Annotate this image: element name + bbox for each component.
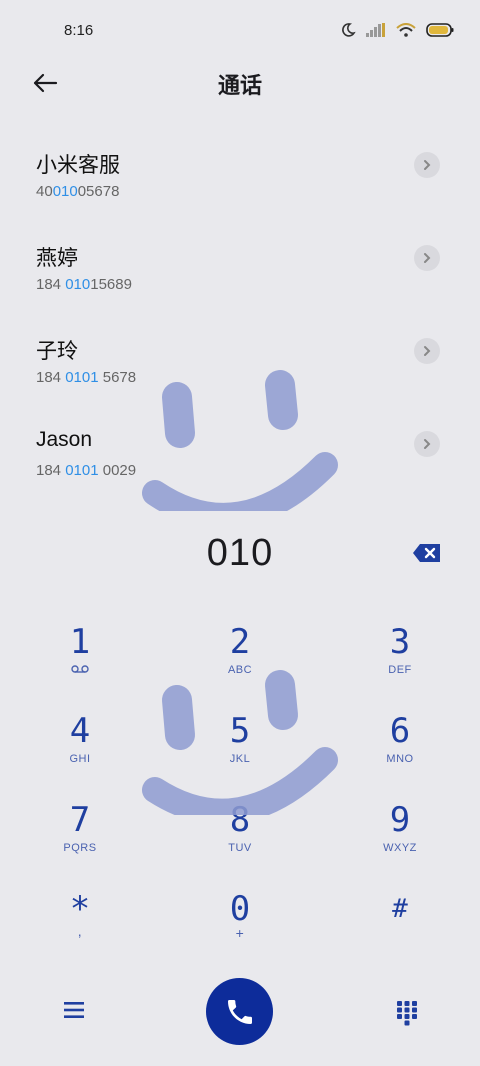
key-7[interactable]: 7 PQRS — [20, 800, 140, 880]
key-digit: 6 — [389, 711, 411, 751]
key-letters: WXYZ — [383, 842, 417, 854]
key-digit: 2 — [229, 622, 251, 662]
wifi-icon — [396, 23, 416, 37]
key-2[interactable]: 2 ABC — [180, 622, 300, 702]
key-letters: DEF — [388, 664, 412, 676]
contact-number: 184 0101 0029 — [36, 462, 136, 479]
contact-detail-button[interactable] — [414, 431, 440, 457]
number-prefix: 184 — [36, 276, 66, 293]
contact-row[interactable]: 小米客服 4001005678 — [0, 139, 480, 232]
menu-button[interactable] — [62, 998, 86, 1022]
contact-name: 小米客服 — [36, 154, 120, 177]
backspace-icon — [413, 544, 440, 562]
signal-icon — [366, 23, 385, 37]
number-prefix: 40 — [36, 183, 53, 200]
phone-icon — [227, 999, 252, 1024]
number-suffix: 0029 — [98, 462, 137, 479]
number-match: 0101 — [65, 462, 99, 479]
dialpad-icon — [397, 1001, 417, 1026]
key-digit: 4 — [69, 711, 91, 751]
key-8[interactable]: 8 TUV — [180, 800, 300, 880]
key-6[interactable]: 6 MNO — [340, 711, 460, 791]
number-match: 0101 — [65, 369, 99, 386]
backspace-button[interactable] — [412, 543, 442, 563]
voicemail-icon — [71, 665, 89, 673]
chevron-right-icon — [424, 346, 431, 356]
contact-number: 4001005678 — [36, 183, 119, 200]
key-letters: GHI — [69, 753, 91, 765]
key-digit: 1 — [69, 622, 91, 662]
key-digit: 5 — [229, 711, 251, 751]
key-hash[interactable]: # — [340, 889, 460, 969]
battery-icon — [426, 23, 454, 37]
contact-detail-button[interactable] — [414, 152, 440, 178]
contact-name: 燕婷 — [36, 247, 78, 270]
chevron-right-icon — [424, 160, 431, 170]
chevron-right-icon — [424, 253, 431, 263]
key-1[interactable]: 1 — [20, 622, 140, 702]
key-digit: # — [392, 894, 408, 924]
key-3[interactable]: 3 DEF — [340, 622, 460, 702]
dialpad-button[interactable] — [396, 1000, 418, 1026]
key-letters: MNO — [386, 753, 414, 765]
status-icons — [340, 22, 454, 38]
dial-number: 010 — [206, 532, 274, 574]
key-letters: ABC — [227, 664, 253, 676]
key-digit: 3 — [389, 622, 411, 662]
key-4[interactable]: 4 GHI — [20, 711, 140, 791]
contact-number: 184 01015689 — [36, 276, 132, 293]
contact-row[interactable]: 子玲 184 0101 5678 — [0, 325, 480, 418]
contact-name: 子玲 — [36, 340, 78, 363]
contact-name: Jason — [36, 428, 93, 451]
key-letters: + — [235, 925, 245, 941]
key-digit: 8 — [229, 800, 251, 840]
key-9[interactable]: 9 WXYZ — [340, 800, 460, 880]
call-button[interactable] — [206, 978, 273, 1045]
contact-detail-button[interactable] — [414, 338, 440, 364]
number-suffix: 15689 — [90, 276, 132, 293]
number-suffix: 05678 — [77, 183, 120, 200]
key-5[interactable]: 5 JKL — [180, 711, 300, 791]
number-suffix: 5678 — [98, 369, 137, 386]
key-digit: 7 — [69, 800, 91, 840]
key-0[interactable]: 0 + — [180, 889, 300, 969]
number-match: 010 — [65, 276, 91, 293]
contact-row[interactable]: 燕婷 184 01015689 — [0, 232, 480, 325]
page-title: 通话 — [217, 73, 262, 98]
key-letters: JKL — [229, 753, 251, 765]
key-digit: 0 — [229, 889, 251, 929]
contact-number: 184 0101 5678 — [36, 369, 136, 386]
status-time: 8:16 — [64, 22, 94, 39]
contact-row[interactable]: Jason 184 0101 0029 — [0, 418, 480, 511]
hamburger-menu-icon — [64, 1002, 84, 1018]
moon-icon — [342, 23, 356, 37]
number-prefix: 184 — [36, 462, 66, 479]
key-star[interactable]: * , — [20, 889, 140, 969]
chevron-right-icon — [424, 439, 431, 449]
key-letters: TUV — [228, 842, 252, 854]
contact-detail-button[interactable] — [414, 245, 440, 271]
key-digit: 9 — [389, 800, 411, 840]
key-letters: PQRS — [63, 842, 97, 854]
number-match: 010 — [52, 183, 78, 200]
key-letters: , — [77, 923, 83, 939]
number-prefix: 184 — [36, 369, 66, 386]
